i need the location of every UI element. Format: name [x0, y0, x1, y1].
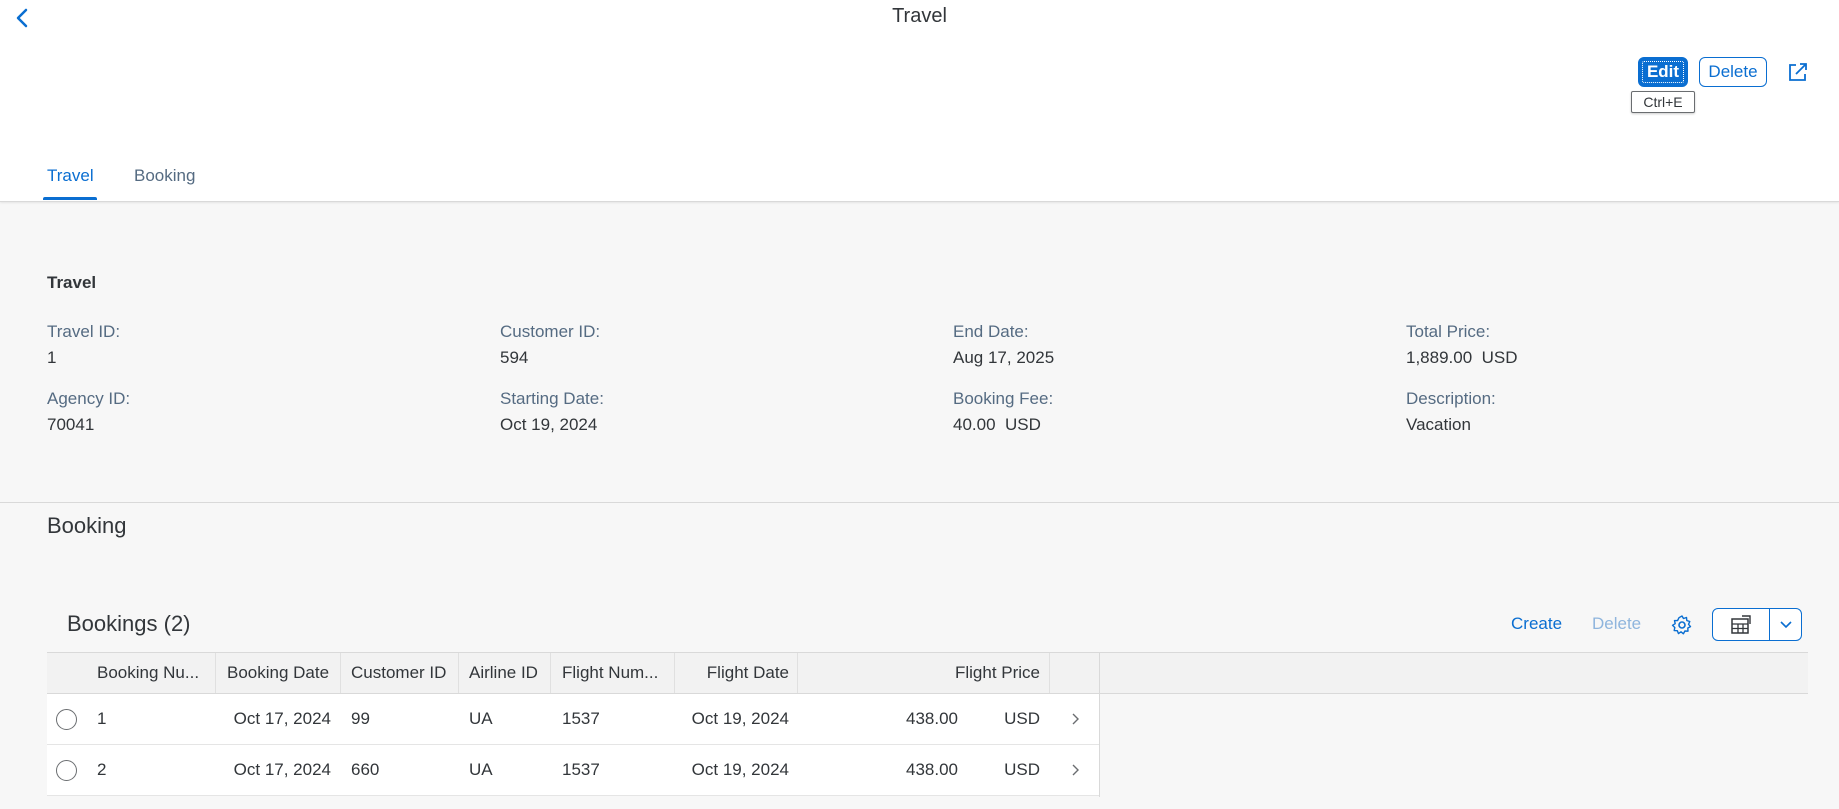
cell-flight-number: 1537 [562, 709, 600, 728]
column-header-flight-price[interactable]: Flight Price [807, 653, 1040, 693]
description-label: Description: [1406, 389, 1496, 408]
create-booking-button[interactable]: Create [1511, 614, 1562, 634]
export-menu-button[interactable] [1712, 608, 1802, 641]
cell-customer-id: 99 [351, 709, 370, 728]
cell-flight-price: 438.00 [906, 760, 958, 779]
row-select-radio[interactable] [56, 709, 77, 730]
spreadsheet-export-icon [1731, 614, 1751, 634]
cell-flight-price: 438.00 [906, 709, 958, 728]
share-icon [1789, 63, 1807, 81]
row-select-radio[interactable] [56, 760, 77, 781]
page-title: Travel [892, 5, 947, 27]
cell-currency: USD [1004, 760, 1040, 779]
export-dropdown-button[interactable] [1770, 609, 1801, 640]
gear-icon [1671, 615, 1692, 635]
end-date-label: End Date: [953, 322, 1029, 341]
edit-shortcut-tooltip: Ctrl+E [1631, 91, 1695, 113]
cell-flight-number: 1537 [562, 760, 600, 779]
total-price-label: Total Price: [1406, 322, 1491, 341]
table-settings-button[interactable] [1669, 612, 1695, 638]
cell-booking-number: 2 [97, 760, 107, 779]
starting-date-label: Starting Date: [500, 389, 604, 408]
export-to-spreadsheet-button[interactable] [1713, 609, 1770, 640]
column-header-booking-date[interactable]: Booking Date [227, 653, 337, 693]
chevron-down-icon [1779, 620, 1792, 628]
column-separator [1049, 653, 1050, 693]
travel-id-label: Travel ID: [47, 322, 121, 341]
column-separator [550, 653, 551, 693]
cell-booking-number: 1 [97, 709, 107, 728]
table-row[interactable]: 2 Oct 17, 2024 660 UA 1537 Oct 19, 2024 … [47, 745, 1099, 796]
edit-button[interactable]: Edit [1638, 57, 1688, 87]
table-row[interactable]: 1 Oct 17, 2024 99 UA 1537 Oct 19, 2024 4… [47, 694, 1099, 745]
delete-button[interactable]: Delete [1699, 57, 1767, 87]
bookings-table-title: Bookings (2) [67, 611, 191, 636]
column-separator [458, 653, 459, 693]
cell-booking-date: Oct 17, 2024 [233, 709, 331, 728]
cell-booking-date: Oct 17, 2024 [233, 760, 331, 779]
tab-booking[interactable]: Booking [134, 166, 195, 186]
column-header-airline-id[interactable]: Airline ID [469, 653, 551, 693]
travel-id-value: 1 [47, 348, 57, 367]
booking-fee-value: 40.00 USD [953, 415, 1041, 434]
cell-flight-date: Oct 19, 2024 [691, 709, 789, 728]
customer-id-label: Customer ID: [500, 322, 601, 341]
cell-customer-id: 660 [351, 760, 380, 779]
section-divider [0, 502, 1839, 503]
travel-section-heading: Travel [47, 273, 97, 292]
column-separator [674, 653, 675, 693]
customer-id-value: 594 [500, 348, 529, 367]
column-separator [340, 653, 341, 693]
chevron-right-icon[interactable] [1067, 711, 1083, 727]
chevron-right-icon[interactable] [1067, 762, 1083, 778]
booking-fee-label: Booking Fee: [953, 389, 1054, 408]
column-header-flight-date[interactable]: Flight Date [687, 653, 789, 693]
object-page-header: Travel Edit Delete Ctrl+E Travel Booking [0, 0, 1839, 202]
tab-selected-indicator [43, 197, 97, 200]
column-header-flight-number[interactable]: Flight Num... [562, 653, 672, 693]
column-separator [215, 653, 216, 693]
description-value: Vacation [1406, 415, 1471, 434]
starting-date-value: Oct 19, 2024 [500, 415, 598, 434]
agency-id-label: Agency ID: [47, 389, 131, 408]
cell-airline-id: UA [469, 709, 493, 728]
column-header-booking-number[interactable]: Booking Nu... [97, 653, 215, 693]
column-separator [797, 653, 798, 693]
end-date-value: Aug 17, 2025 [953, 348, 1055, 367]
tab-travel[interactable]: Travel [47, 166, 94, 186]
total-price-value: 1,889.00 USD [1406, 348, 1518, 367]
booking-section-title: Booking [47, 513, 127, 538]
delete-booking-button[interactable]: Delete [1592, 614, 1641, 634]
table-header-row: Booking Nu... Booking Date Customer ID A… [47, 652, 1808, 694]
agency-id-value: 70041 [47, 415, 95, 434]
cell-flight-date: Oct 19, 2024 [691, 760, 789, 779]
table-empty-area [1100, 694, 1808, 797]
cell-currency: USD [1004, 709, 1040, 728]
cell-airline-id: UA [469, 760, 493, 779]
share-button[interactable] [1784, 58, 1812, 86]
column-header-customer-id[interactable]: Customer ID [351, 653, 451, 693]
